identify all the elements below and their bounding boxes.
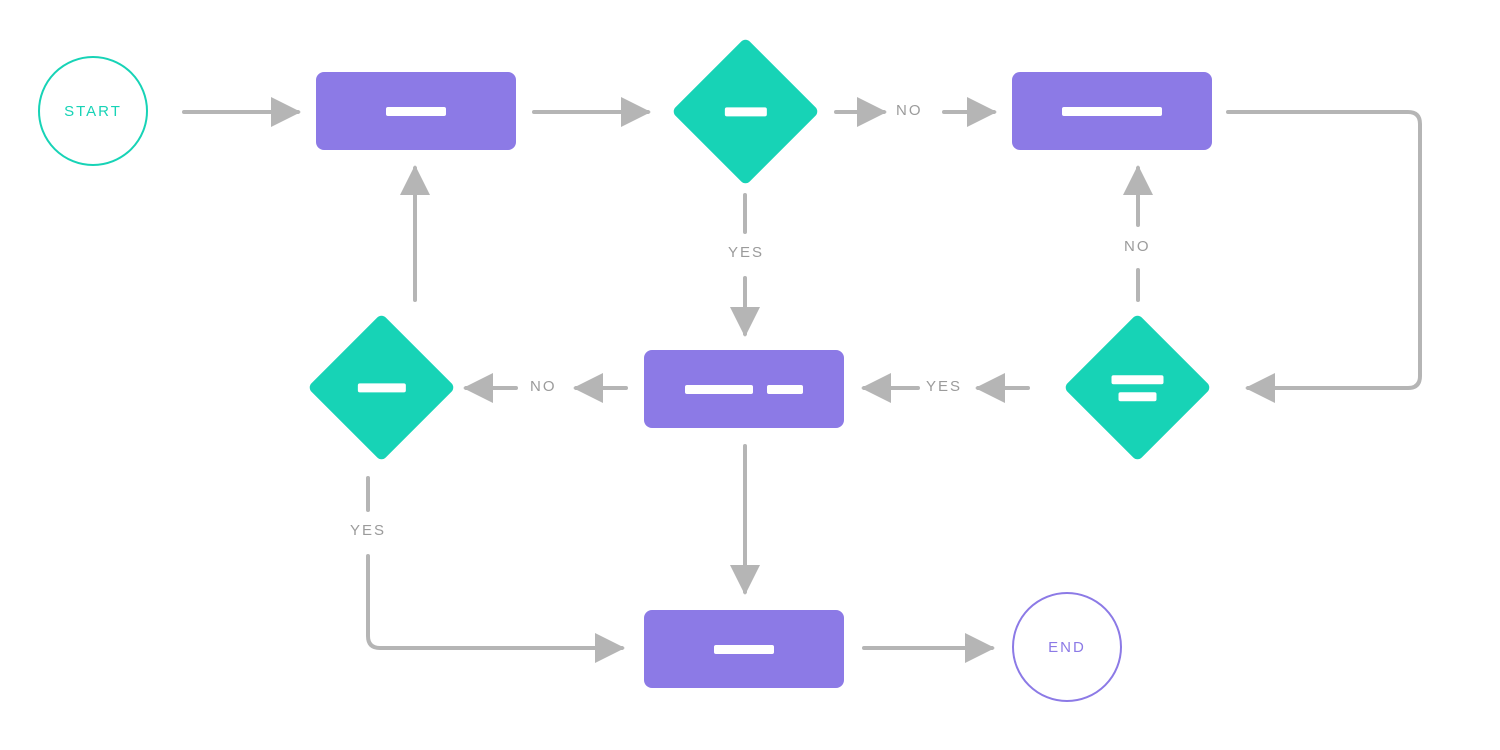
placeholder-bar: [724, 107, 766, 116]
placeholder-bar: [357, 383, 405, 392]
decision-2: [1062, 312, 1212, 462]
edge-label-d2-no: NO: [1124, 238, 1151, 255]
terminal-end-label: END: [1048, 639, 1086, 656]
flowchart-canvas: START END NO YES YES: [0, 0, 1500, 750]
decision-1: [670, 36, 820, 186]
placeholder-bar: [1118, 391, 1156, 400]
placeholder-bar: [1062, 107, 1162, 116]
process-2: [1012, 72, 1212, 150]
terminal-end: END: [1012, 592, 1122, 702]
terminal-start: START: [38, 56, 148, 166]
placeholder-bar: [714, 645, 774, 654]
edge-label-d1-yes: YES: [728, 244, 764, 261]
edge-label-d3-no: NO: [530, 378, 557, 395]
decision-3: [306, 312, 456, 462]
placeholder-bar: [685, 385, 753, 394]
edge-label-d3-yes: YES: [350, 522, 386, 539]
placeholder-bar: [386, 107, 446, 116]
terminal-start-label: START: [64, 103, 122, 120]
process-4: [644, 610, 844, 688]
process-3: [644, 350, 844, 428]
edge-label-d2-yes: YES: [926, 378, 962, 395]
placeholder-bar: [1111, 374, 1163, 383]
process-1: [316, 72, 516, 150]
edge-label-d1-no: NO: [896, 102, 923, 119]
placeholder-bar: [767, 385, 803, 394]
